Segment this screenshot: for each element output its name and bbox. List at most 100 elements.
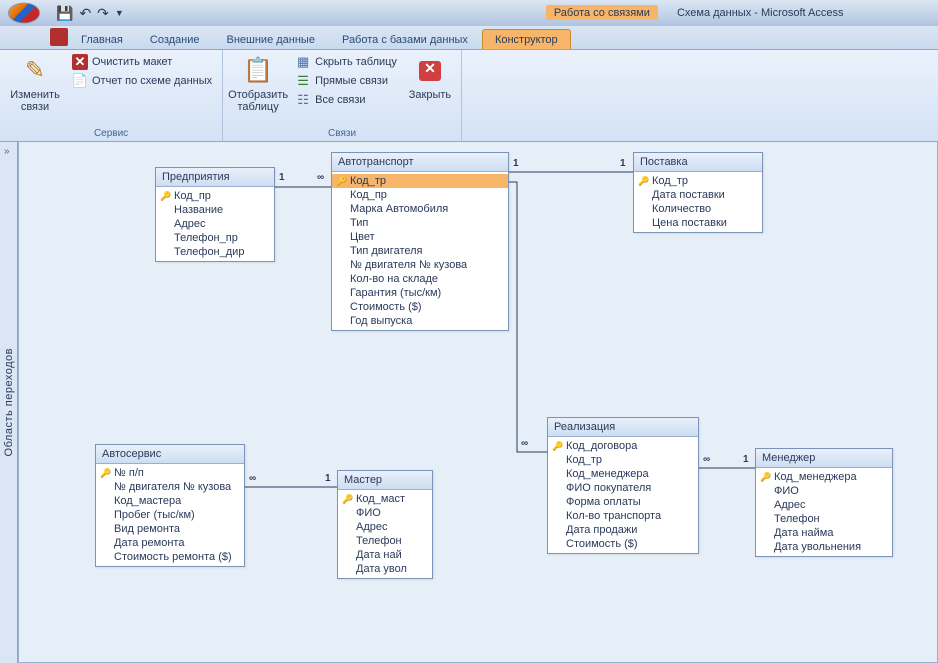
field-item[interactable]: Код_тр (548, 453, 698, 467)
ribbon: ✎ Изменить связи ✕ Очистить макет 📄 Отче… (0, 50, 938, 142)
tab-design[interactable]: Конструктор (482, 29, 571, 49)
title-bar: 💾 ↶ ↷ ▼ Работа со связями Схема данных -… (0, 0, 938, 26)
table-sales[interactable]: Реализация Код_договораКод_трКод_менедже… (547, 417, 699, 554)
tab-home[interactable]: Главная (68, 29, 136, 49)
field-item[interactable]: Адрес (338, 520, 432, 534)
table-manager[interactable]: Менеджер Код_менеджераФИОАдресТелефонДат… (755, 448, 893, 557)
table-master[interactable]: Мастер Код_мастФИОАдресТелефонДата найДа… (337, 470, 433, 579)
field-item[interactable]: № двигателя № кузова (96, 480, 244, 494)
table-header[interactable]: Мастер (338, 471, 432, 490)
ribbon-group-relationships: 📋 Отобразить таблицу ▦ Скрыть таблицу ☰ … (223, 50, 462, 141)
table-enterprises[interactable]: Предприятия Код_прНазваниеАдресТелефон_п… (155, 167, 275, 262)
table-supply[interactable]: Поставка Код_трДата поставкиКоличествоЦе… (633, 152, 763, 233)
tab-database-tools[interactable]: Работа с базами данных (329, 29, 481, 49)
qat-dropdown-icon[interactable]: ▼ (113, 8, 126, 18)
field-item[interactable]: Вид ремонта (96, 522, 244, 536)
field-item[interactable]: ФИО покупателя (548, 481, 698, 495)
table-fields: Код_мастФИОАдресТелефонДата найДата увол (338, 490, 432, 578)
table-autoservice[interactable]: Автосервис № п/п№ двигателя № кузоваКод_… (95, 444, 245, 567)
field-item[interactable]: Стоимость ремонта ($) (96, 550, 244, 564)
group-label-service: Сервис (6, 127, 216, 141)
field-item[interactable]: Код_договора (548, 439, 698, 453)
table-fields: Код_менеджераФИОАдресТелефонДата наймаДа… (756, 468, 892, 556)
field-item[interactable]: № п/п (96, 466, 244, 480)
field-item[interactable]: Форма оплаты (548, 495, 698, 509)
field-item[interactable]: Цвет (332, 230, 508, 244)
field-item[interactable]: Код_тр (332, 174, 508, 188)
all-relationships-button[interactable]: ☷ Все связи (291, 91, 401, 109)
field-item[interactable]: Телефон (338, 534, 432, 548)
rel-many: ∞ (249, 473, 256, 484)
field-item[interactable]: Тип двигателя (332, 244, 508, 258)
direct-relationships-icon: ☰ (295, 73, 311, 89)
ribbon-group-service: ✎ Изменить связи ✕ Очистить макет 📄 Отче… (0, 50, 223, 141)
rel-one: 1 (279, 172, 285, 183)
field-item[interactable]: Кол-во транспорта (548, 509, 698, 523)
table-fields: Код_договораКод_трКод_менеджераФИО покуп… (548, 437, 698, 553)
hide-table-button[interactable]: ▦ Скрыть таблицу (291, 53, 401, 71)
field-item[interactable]: Телефон_дир (156, 245, 274, 259)
navigation-pane-collapsed[interactable]: » Область переходов (0, 142, 18, 663)
field-item[interactable]: Код_пр (156, 189, 274, 203)
clear-layout-button[interactable]: ✕ Очистить макет (68, 53, 216, 71)
all-relationships-icon: ☷ (295, 92, 311, 108)
edit-relationships-button[interactable]: ✎ Изменить связи (6, 53, 64, 115)
relationship-report-button[interactable]: 📄 Отчет по схеме данных (68, 72, 216, 90)
field-item[interactable]: Телефон_пр (156, 231, 274, 245)
close-button[interactable]: ✕ Закрыть (405, 53, 455, 103)
field-item[interactable]: ФИО (756, 484, 892, 498)
table-header[interactable]: Поставка (634, 153, 762, 172)
field-item[interactable]: Пробег (тыс/км) (96, 508, 244, 522)
direct-relationships-button[interactable]: ☰ Прямые связи (291, 72, 401, 90)
show-table-button[interactable]: 📋 Отобразить таблицу (229, 53, 287, 115)
field-item[interactable]: Тип (332, 216, 508, 230)
field-item[interactable]: Дата най (338, 548, 432, 562)
field-item[interactable]: Дата поставки (634, 188, 762, 202)
rel-one: 1 (620, 158, 626, 169)
field-item[interactable]: Код_тр (634, 174, 762, 188)
field-item[interactable]: Год выпуска (332, 314, 508, 328)
field-item[interactable]: № двигателя № кузова (332, 258, 508, 272)
close-icon: ✕ (414, 55, 446, 87)
access-app-icon (50, 28, 68, 46)
table-header[interactable]: Менеджер (756, 449, 892, 468)
field-item[interactable]: Код_менеджера (548, 467, 698, 481)
field-item[interactable]: Код_маст (338, 492, 432, 506)
field-item[interactable]: ФИО (338, 506, 432, 520)
table-header[interactable]: Реализация (548, 418, 698, 437)
field-item[interactable]: Код_пр (332, 188, 508, 202)
field-item[interactable]: Стоимость ($) (548, 537, 698, 551)
field-item[interactable]: Количество (634, 202, 762, 216)
field-item[interactable]: Дата увольнения (756, 540, 892, 554)
field-item[interactable]: Код_менеджера (756, 470, 892, 484)
table-autotransport[interactable]: Автотранспорт Код_трКод_прМарка Автомоби… (331, 152, 509, 331)
field-item[interactable]: Гарантия (тыс/км) (332, 286, 508, 300)
field-item[interactable]: Телефон (756, 512, 892, 526)
undo-icon[interactable]: ↶ (77, 5, 93, 22)
field-item[interactable]: Адрес (756, 498, 892, 512)
table-header[interactable]: Предприятия (156, 168, 274, 187)
field-item[interactable]: Марка Автомобиля (332, 202, 508, 216)
tab-create[interactable]: Создание (137, 29, 213, 49)
relationships-canvas[interactable]: 1 ∞ 1 1 ∞ ∞ 1 ∞ 1 Предприятия Код_прНазв… (18, 142, 938, 663)
field-item[interactable]: Дата увол (338, 562, 432, 576)
field-item[interactable]: Стоимость ($) (332, 300, 508, 314)
hide-table-icon: ▦ (295, 54, 311, 70)
table-header[interactable]: Автосервис (96, 445, 244, 464)
field-item[interactable]: Адрес (156, 217, 274, 231)
group-label-relationships: Связи (229, 127, 455, 141)
rel-many: ∞ (317, 172, 324, 183)
redo-icon[interactable]: ↷ (95, 5, 111, 22)
field-item[interactable]: Код_мастера (96, 494, 244, 508)
save-icon[interactable]: 💾 (54, 5, 75, 22)
window-title: Схема данных - Microsoft Access (677, 7, 844, 19)
table-header[interactable]: Автотранспорт (332, 153, 508, 172)
field-item[interactable]: Дата ремонта (96, 536, 244, 550)
field-item[interactable]: Цена поставки (634, 216, 762, 230)
office-button[interactable] (8, 3, 40, 24)
field-item[interactable]: Дата продажи (548, 523, 698, 537)
field-item[interactable]: Кол-во на складе (332, 272, 508, 286)
tab-external-data[interactable]: Внешние данные (214, 29, 328, 49)
field-item[interactable]: Название (156, 203, 274, 217)
field-item[interactable]: Дата найма (756, 526, 892, 540)
